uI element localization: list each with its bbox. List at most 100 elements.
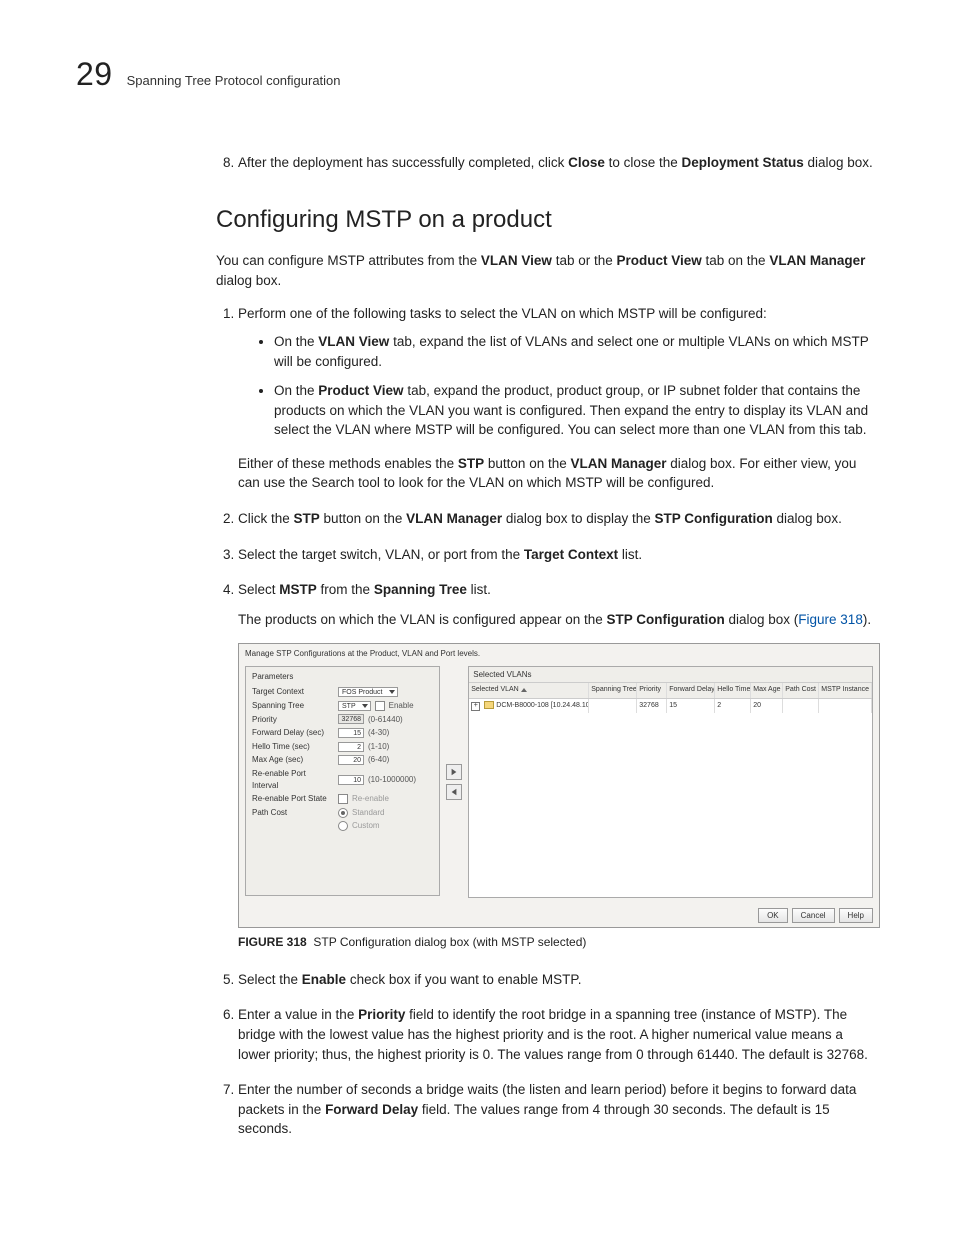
table-row[interactable]: +DCM-B8000-108 [10.24.48.108] STP 32768 …	[469, 699, 872, 713]
step-1-bullet-1: On the VLAN View tab, expand the list of…	[274, 332, 878, 371]
tree-expand-icon[interactable]: +	[471, 702, 480, 711]
parameters-heading: Parameters	[252, 671, 433, 683]
bold-product-view: Product View	[318, 383, 403, 398]
bold-stp: STP	[294, 511, 320, 526]
chevron-down-icon	[389, 690, 395, 694]
step-5: Select the Enable check box if you want …	[238, 970, 878, 990]
sort-icon	[521, 688, 527, 692]
bold-mstp: MSTP	[279, 582, 317, 597]
col-path-cost[interactable]: Path Cost	[783, 683, 819, 697]
text: You can configure MSTP attributes from t…	[216, 253, 481, 268]
text: dialog box (	[725, 612, 799, 627]
step-1: Perform one of the following tasks to se…	[238, 304, 878, 493]
hint: (6-40)	[368, 754, 389, 766]
value: FOS Product	[342, 689, 382, 696]
col-mstp-instance[interactable]: MSTP Instance	[819, 683, 872, 697]
text: from the	[317, 582, 374, 597]
text: dialog box.	[216, 273, 281, 288]
figure-318-screenshot: Manage STP Configurations at the Product…	[238, 643, 880, 928]
step-8: After the deployment has successfully co…	[238, 153, 878, 173]
help-button[interactable]: Help	[839, 908, 873, 924]
bold-stp-configuration: STP Configuration	[655, 511, 773, 526]
selected-vlans-heading: Selected VLANs	[469, 667, 872, 684]
col-spanning-tree[interactable]: Spanning Tree	[589, 683, 637, 697]
col-max-age[interactable]: Max Age	[751, 683, 783, 697]
path-cost-custom-radio[interactable]	[338, 821, 348, 831]
text: Select	[238, 582, 279, 597]
label-spanning-tree: Spanning Tree	[252, 700, 334, 712]
cell-priority: 32768	[637, 699, 667, 713]
step-1-bullet-2: On the Product View tab, expand the prod…	[274, 381, 878, 440]
reenable-state-checkbox[interactable]	[338, 794, 348, 804]
bold-vlan-manager: VLAN Manager	[570, 456, 666, 471]
step-3: Select the target switch, VLAN, or port …	[238, 545, 878, 565]
chapter-number: 29	[76, 56, 113, 93]
max-age-input[interactable]: 20	[338, 755, 364, 765]
cell-forward-delay: 15	[667, 699, 715, 713]
step-7: Enter the number of seconds a bridge wai…	[238, 1080, 878, 1139]
dialog-footer: OK Cancel Help	[239, 904, 879, 928]
section-heading: Configuring MSTP on a product	[216, 203, 878, 238]
cell-path-cost	[783, 699, 819, 713]
col-priority[interactable]: Priority	[637, 683, 667, 697]
enable-label: Enable	[389, 700, 414, 712]
cell-max-age: 20	[751, 699, 783, 713]
hint: (4-30)	[368, 727, 389, 739]
reenable-interval-input[interactable]: 10	[338, 775, 364, 785]
target-context-dropdown[interactable]: FOS Product	[338, 687, 398, 697]
bold-close: Close	[568, 155, 605, 170]
spanning-tree-dropdown[interactable]: STP	[338, 701, 371, 711]
folder-icon	[484, 701, 494, 709]
text: The products on which the VLAN is config…	[238, 612, 606, 627]
path-cost-custom-label: Custom	[352, 820, 380, 832]
col-hello-time[interactable]: Hello Time	[715, 683, 751, 697]
bold-stp-configuration: STP Configuration	[606, 612, 724, 627]
text: Select the target switch, VLAN, or port …	[238, 547, 524, 562]
label-path-cost: Path Cost	[252, 807, 334, 819]
text: Enter a value in the	[238, 1007, 358, 1022]
label-max-age: Max Age (sec)	[252, 754, 334, 766]
text: Select the	[238, 972, 302, 987]
text: button on the	[320, 511, 406, 526]
text: to close the	[605, 155, 682, 170]
figure-label: FIGURE 318	[238, 935, 307, 949]
bold-vlan-view: VLAN View	[318, 334, 389, 349]
move-left-button[interactable]	[446, 784, 462, 800]
forward-delay-input[interactable]: 15	[338, 728, 364, 738]
ok-button[interactable]: OK	[758, 908, 788, 924]
label-priority: Priority	[252, 714, 334, 726]
arrow-left-icon	[450, 788, 458, 796]
move-right-button[interactable]	[446, 764, 462, 780]
text: tab on the	[702, 253, 770, 268]
text: dialog box to display the	[502, 511, 654, 526]
text: After the deployment has successfully co…	[238, 155, 568, 170]
text: On the	[274, 334, 318, 349]
bold-stp: STP	[458, 456, 484, 471]
hello-time-input[interactable]: 2	[338, 742, 364, 752]
hint: (10-1000000)	[368, 774, 416, 786]
text: On the	[274, 383, 318, 398]
figure-link[interactable]: Figure 318	[798, 612, 863, 627]
cancel-button[interactable]: Cancel	[792, 908, 835, 924]
step-6: Enter a value in the Priority field to i…	[238, 1005, 878, 1064]
bold-deployment-status: Deployment Status	[681, 155, 803, 170]
col-selected-vlan[interactable]: Selected VLAN	[469, 683, 589, 697]
bold-enable: Enable	[302, 972, 346, 987]
bold-product-view: Product View	[616, 253, 701, 268]
label-hello-time: Hello Time (sec)	[252, 741, 334, 753]
hint: (1-10)	[368, 741, 389, 753]
priority-input[interactable]: 32768	[338, 714, 364, 724]
cell-name: +DCM-B8000-108 [10.24.48.108] STP	[469, 699, 589, 713]
chapter-title: Spanning Tree Protocol configuration	[127, 73, 341, 88]
dialog-title: Manage STP Configurations at the Product…	[239, 644, 879, 666]
path-cost-standard-radio[interactable]	[338, 808, 348, 818]
step-4: Select MSTP from the Spanning Tree list.…	[238, 580, 878, 952]
text: check box if you want to enable MSTP.	[346, 972, 581, 987]
bold-vlan-view: VLAN View	[481, 253, 552, 268]
enable-checkbox[interactable]	[375, 701, 385, 711]
value: STP	[342, 703, 356, 710]
col-forward-delay[interactable]: Forward Delay	[667, 683, 715, 697]
arrow-right-icon	[450, 768, 458, 776]
hint: (0-61440)	[368, 714, 403, 726]
text: Either of these methods enables the	[238, 456, 458, 471]
